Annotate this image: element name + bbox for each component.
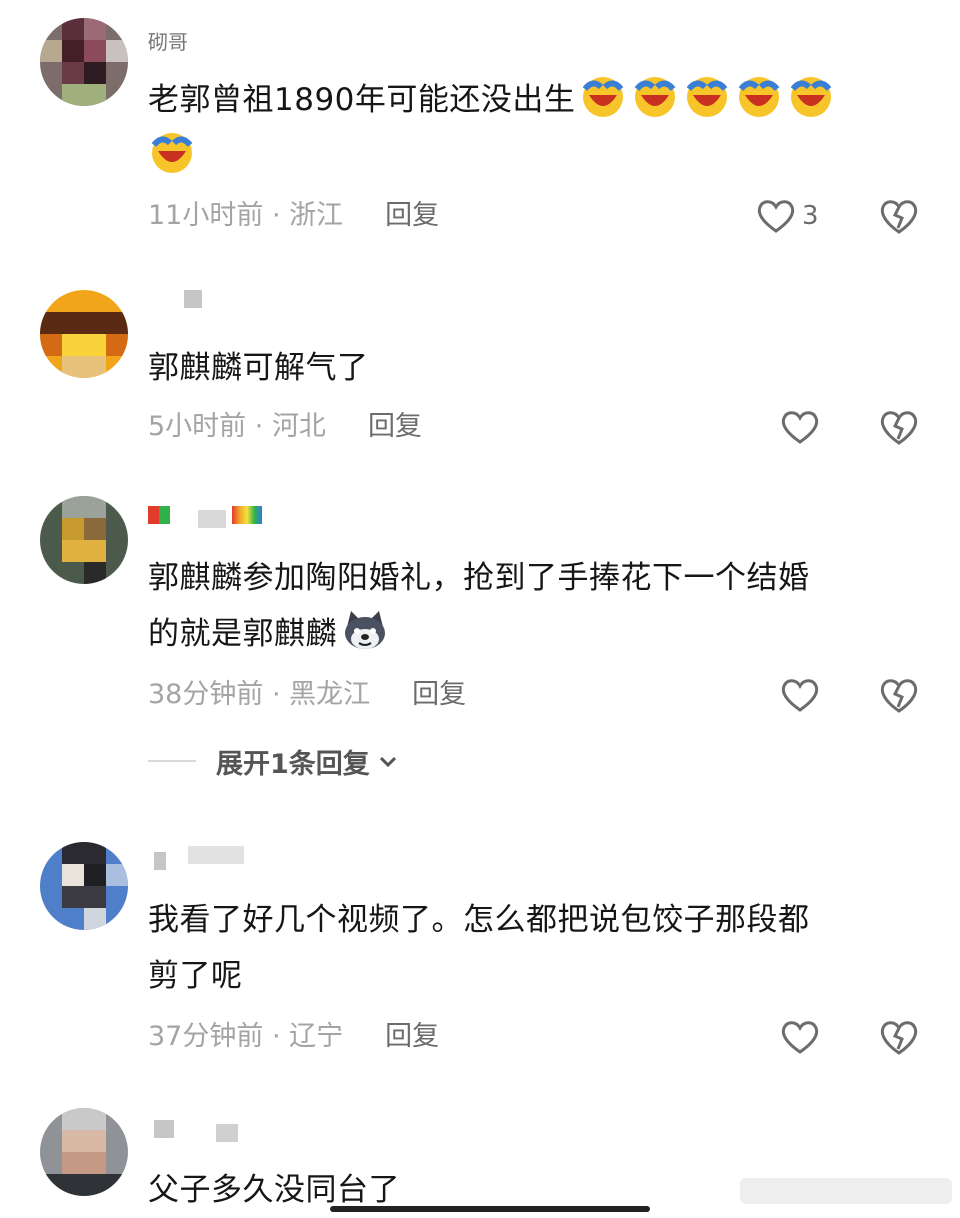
- like-count: 3: [802, 201, 819, 231]
- comment-meta: 37分钟前 · 辽宁 回复: [148, 1017, 439, 1057]
- expand-divider: [148, 760, 196, 762]
- comment-text-line: 的就是郭麒麟: [148, 616, 337, 652]
- avatar[interactable]: [40, 290, 128, 378]
- comment-meta: 11小时前 · 浙江 回复: [148, 196, 439, 236]
- laughing-emoji-icon: [687, 77, 728, 117]
- comment-meta: 38分钟前 · 黑龙江 回复: [148, 675, 466, 715]
- comment-time: 5小时前: [148, 411, 247, 442]
- comment-time: 37分钟前: [148, 1021, 264, 1052]
- reply-button[interactable]: 回复: [368, 411, 422, 442]
- expand-replies-label: 展开1条回复: [216, 748, 370, 780]
- watermark-logo: [740, 1178, 952, 1204]
- username[interactable]: [148, 846, 268, 870]
- heart-icon: [781, 679, 819, 712]
- home-indicator: [330, 1206, 650, 1212]
- avatar[interactable]: [40, 842, 128, 930]
- comment-text-line: 剪了呢: [148, 958, 243, 994]
- reply-button[interactable]: 回复: [385, 1021, 439, 1052]
- laughing-emoji-icon: [791, 77, 832, 117]
- username[interactable]: [148, 290, 268, 312]
- comment-location: 黑龙江: [289, 679, 371, 710]
- heart-icon: [781, 1021, 819, 1054]
- like-button[interactable]: [780, 407, 820, 447]
- broken-heart-icon[interactable]: [878, 196, 920, 236]
- laughing-emoji-icon: [583, 77, 624, 117]
- comment-location: 河北: [271, 411, 326, 442]
- meta-separator: ·: [263, 1021, 290, 1052]
- broken-heart-icon[interactable]: [878, 675, 920, 715]
- heart-icon: [757, 200, 795, 233]
- chevron-down-icon: [379, 756, 396, 768]
- meta-separator: ·: [263, 200, 290, 231]
- comment-text-line: 郭麒麟参加陶阳婚礼，抢到了手捧花下一个结婚: [148, 560, 810, 596]
- reply-button[interactable]: 回复: [385, 200, 439, 231]
- laughing-emoji-icon: [635, 77, 676, 117]
- like-button[interactable]: 3: [756, 196, 819, 236]
- comment-meta: 5小时前 · 河北 回复: [148, 407, 422, 447]
- meta-separator: ·: [263, 679, 290, 710]
- avatar[interactable]: [40, 18, 128, 106]
- comment-text-line: 我看了好几个视频了。怎么都把说包饺子那段都: [148, 902, 810, 938]
- like-button[interactable]: [780, 675, 820, 715]
- avatar[interactable]: [40, 496, 128, 584]
- comment-time: 38分钟前: [148, 679, 264, 710]
- username[interactable]: [148, 506, 268, 528]
- comment-text: 我看了好几个视频了。怎么都把说包饺子那段都 剪了呢: [148, 892, 908, 1004]
- laughing-emoji-icon: [151, 133, 193, 173]
- username[interactable]: [148, 1120, 268, 1142]
- comment-text: 老郭曾祖1890年可能还没出生: [148, 72, 908, 184]
- laughing-emoji-icon: [739, 77, 780, 117]
- comment-text: 郭麒麟参加陶阳婚礼，抢到了手捧花下一个结婚 的就是郭麒麟: [148, 550, 908, 662]
- comment-text-content: 老郭曾祖1890年可能还没出生: [148, 82, 576, 118]
- comment-location: 浙江: [289, 200, 344, 231]
- username[interactable]: 砌哥: [148, 26, 268, 54]
- broken-heart-icon[interactable]: [878, 1017, 920, 1057]
- like-button[interactable]: [780, 1017, 820, 1057]
- husky-dog-emoji-icon: [345, 611, 385, 649]
- comment-location: 辽宁: [289, 1021, 344, 1052]
- avatar[interactable]: [40, 1108, 128, 1196]
- meta-separator: ·: [246, 411, 272, 442]
- broken-heart-icon[interactable]: [878, 407, 920, 447]
- comment-time: 11小时前: [148, 200, 264, 231]
- comment-text: 郭麒麟可解气了: [148, 350, 369, 386]
- expand-replies-button[interactable]: 展开1条回复: [148, 738, 400, 784]
- heart-icon: [781, 411, 819, 444]
- reply-button[interactable]: 回复: [412, 679, 466, 710]
